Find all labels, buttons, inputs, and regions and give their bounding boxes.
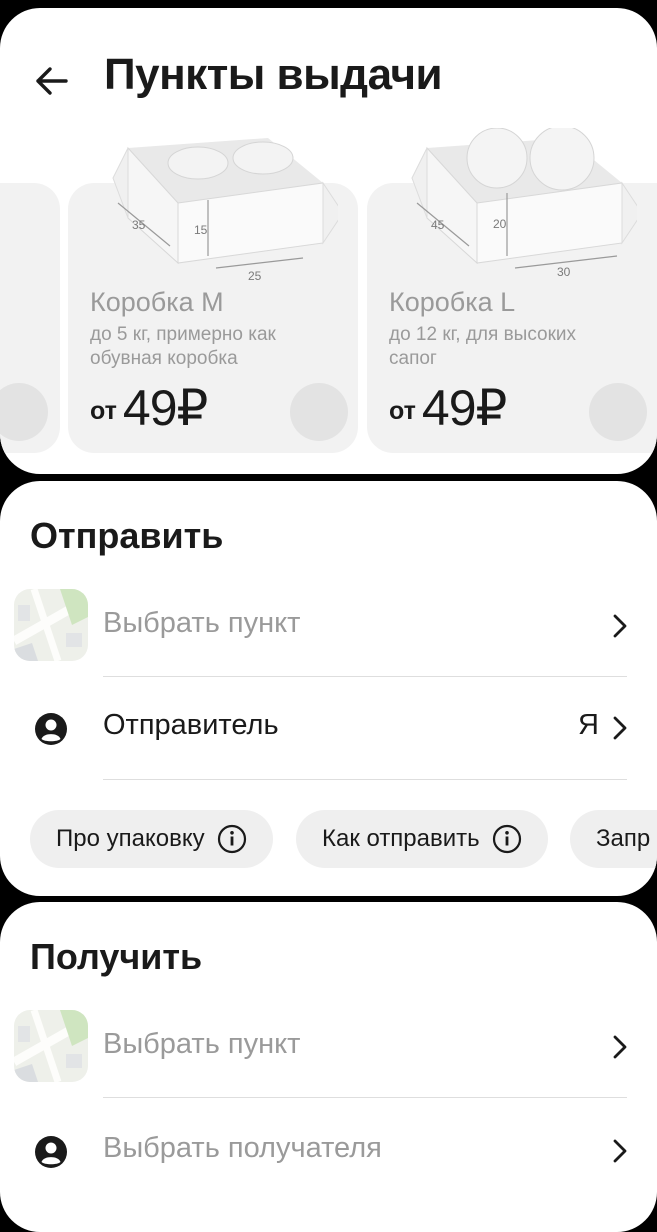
- pickup-point-placeholder: Выбрать пункт: [103, 1028, 301, 1060]
- price-from-label: от: [389, 397, 416, 425]
- select-recipient-row[interactable]: Выбрать получателя: [0, 1104, 657, 1200]
- info-icon: [492, 824, 521, 854]
- arrow-left-icon: [36, 67, 68, 95]
- section-title-send: Отправить: [30, 515, 224, 556]
- dim-width: 30: [557, 265, 571, 279]
- add-box-button[interactable]: [290, 383, 348, 441]
- chevron-right-icon: [613, 1035, 627, 1059]
- box-price: от 49₽: [389, 379, 507, 437]
- divider: [103, 779, 627, 780]
- box-description: до 5 кг, примерно как обувная коробка: [90, 324, 276, 369]
- chip-label: Запр: [596, 825, 651, 852]
- chip-label: Как отправить: [322, 825, 480, 852]
- dim-depth: 35: [132, 218, 146, 232]
- box-tile-l[interactable]: 45 20 30 Коробка L до 12 кг, для высоких…: [367, 128, 657, 453]
- box-tile-m[interactable]: 35 15 25 Коробка M до 5 кг, примерно как…: [68, 138, 358, 453]
- price-amount: 49₽: [122, 380, 208, 436]
- box-name: Коробка M: [90, 287, 224, 317]
- divider: [103, 676, 627, 677]
- chip-label: Про упаковку: [56, 825, 205, 852]
- chip-how-to-send[interactable]: Как отправить: [296, 810, 548, 868]
- section-title-receive: Получить: [30, 936, 203, 977]
- chip-packaging-info[interactable]: Про упаковку: [30, 810, 273, 868]
- add-box-button[interactable]: [0, 383, 48, 441]
- box-name: Коробка L: [389, 287, 516, 317]
- receive-section: Получить Выбрать пункт Выбрать получател…: [0, 902, 657, 1232]
- dim-width: 25: [248, 269, 262, 283]
- price-amount: 49₽: [421, 380, 507, 436]
- divider: [103, 1097, 627, 1098]
- select-pickup-point-send[interactable]: Выбрать пункт: [0, 579, 657, 675]
- select-pickup-point-receive[interactable]: Выбрать пункт: [0, 1000, 657, 1096]
- info-icon: [217, 824, 246, 854]
- sender-label: Отправитель: [103, 709, 279, 741]
- add-box-button[interactable]: [589, 383, 647, 441]
- chevron-right-icon: [613, 1139, 627, 1163]
- sender-row[interactable]: Отправитель Я: [0, 681, 657, 777]
- shoe-box-illustration: 35 15 25: [112, 138, 338, 283]
- page-title: Пункты выдачи: [104, 50, 443, 99]
- pickup-point-placeholder: Выбрать пункт: [103, 607, 301, 639]
- chevron-right-icon: [613, 716, 627, 740]
- chip-restrictions[interactable]: Запр: [570, 810, 657, 868]
- box-description: до 12 кг, для высоких сапог: [389, 324, 577, 369]
- sender-value: Я: [578, 709, 599, 741]
- box-tile-s[interactable]: [0, 183, 60, 453]
- dim-height: 15: [194, 223, 208, 237]
- boxes-card: Пункты выдачи 35 15 25 Коробка M до 5 кг…: [0, 8, 657, 474]
- ball-box-illustration: 45 20 30: [411, 128, 637, 279]
- user-icon: [35, 713, 67, 745]
- map-thumbnail: [14, 1010, 88, 1082]
- chevron-right-icon: [613, 614, 627, 638]
- box-price: от 49₽: [90, 379, 208, 437]
- recipient-placeholder: Выбрать получателя: [103, 1132, 382, 1164]
- send-section: Отправить Выбрать пункт Отправитель Я Пр…: [0, 481, 657, 896]
- dim-depth: 45: [431, 218, 445, 232]
- price-from-label: от: [90, 397, 117, 425]
- user-icon: [35, 1136, 67, 1168]
- dim-height: 20: [493, 217, 507, 231]
- map-thumbnail: [14, 589, 88, 661]
- back-button[interactable]: [28, 58, 74, 104]
